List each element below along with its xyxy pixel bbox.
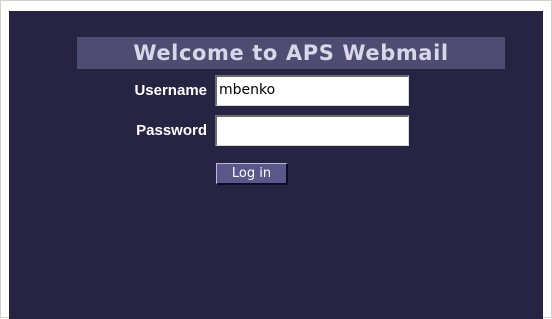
username-field[interactable]: mbenko [215, 75, 409, 106]
page-title: Welcome to APS Webmail [77, 37, 505, 69]
login-button[interactable]: Log in [216, 163, 288, 185]
page-frame: Welcome to APS Webmail Username mbenko P… [0, 0, 552, 319]
password-label: Password [136, 122, 207, 139]
username-label: Username [134, 82, 207, 99]
username-value: mbenko [219, 82, 276, 98]
login-panel: Welcome to APS Webmail Username mbenko P… [9, 11, 543, 319]
password-field[interactable] [215, 115, 409, 146]
